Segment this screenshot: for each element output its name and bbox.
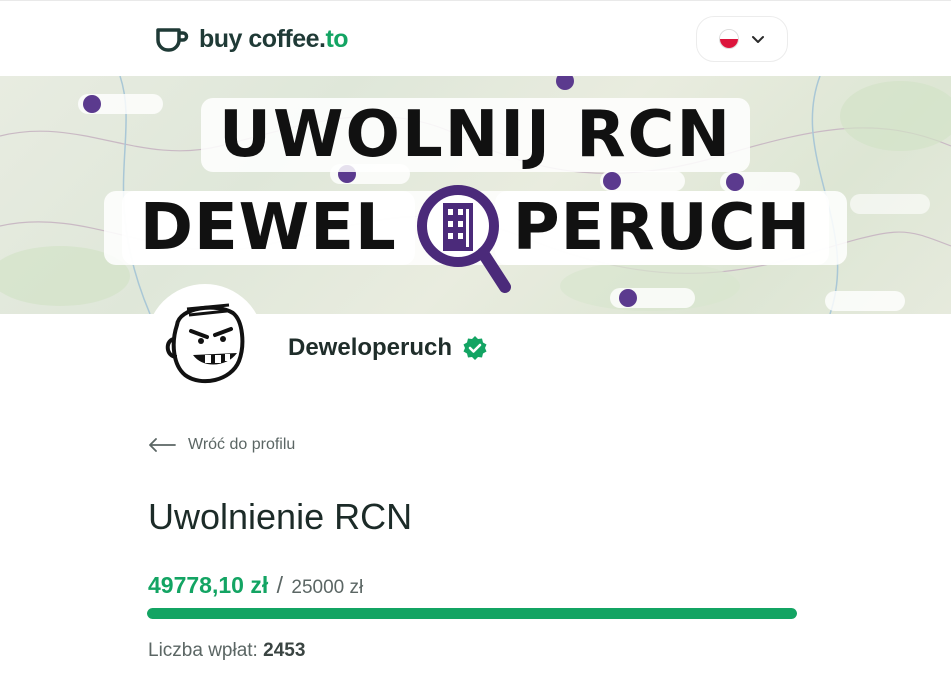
- profile-banner: UWOLNIJ RCN DEWEL PERUCH: [0, 76, 951, 314]
- magnifier-building-icon: [417, 185, 511, 293]
- back-to-profile-link[interactable]: Wróć do profilu: [148, 436, 295, 454]
- profile-name[interactable]: Deweloperuch: [288, 334, 488, 362]
- profile-name-text: Deweloperuch: [288, 334, 453, 361]
- amount-separator: /: [276, 572, 283, 598]
- logo-text: buy coffee.to: [199, 24, 349, 53]
- back-link-label: Wróć do profilu: [188, 436, 296, 453]
- pl-flag-icon: [719, 29, 739, 49]
- banner-headline-1: UWOLNIJ RCN: [0, 98, 951, 172]
- language-selector[interactable]: [696, 16, 788, 62]
- raised-amount: 49778,10 zł: [148, 572, 269, 598]
- goal-title: Uwolnienie RCN: [148, 496, 413, 537]
- target-amount: 25000 zł: [291, 577, 364, 598]
- profile-avatar[interactable]: [146, 284, 264, 402]
- donation-count-value: 2453: [263, 640, 306, 661]
- chevron-down-icon: [752, 36, 764, 43]
- donation-count-label: Liczba wpłat:: [148, 640, 258, 661]
- coffee-cup-icon: [156, 28, 189, 52]
- goal-progress-fill: [147, 608, 797, 619]
- top-header: buy coffee.to: [0, 0, 951, 76]
- goal-progress-bar: [147, 608, 797, 619]
- troll-face-icon: [165, 303, 245, 384]
- buycoffee-logo[interactable]: buy coffee.to: [155, 23, 349, 55]
- arrow-left-icon: [149, 438, 176, 452]
- goal-amounts: 49778,10 zł / 25000 zł: [148, 572, 363, 599]
- donation-count: Liczba wpłat: 2453: [148, 640, 305, 662]
- verified-badge-icon: [463, 336, 487, 360]
